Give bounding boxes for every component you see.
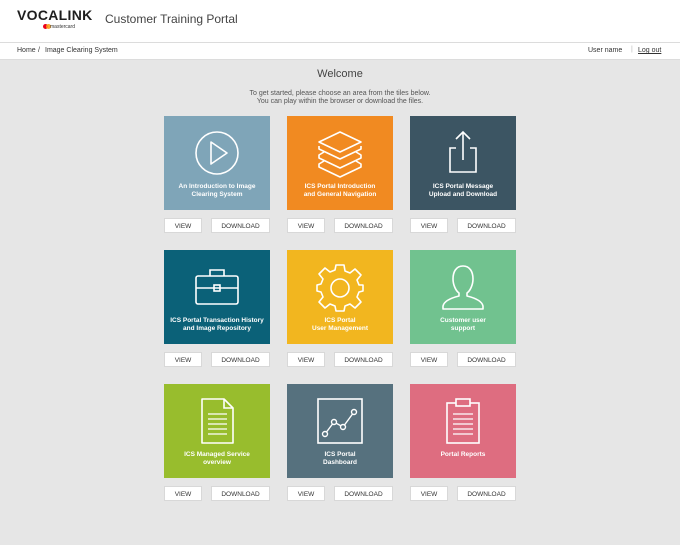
tile-label: Customer user support (440, 317, 486, 332)
header: VOCALINK mastercard Customer Training Po… (0, 0, 680, 43)
tile-label: ICS Portal Message Upload and Download (428, 183, 498, 198)
user-separator: | (631, 46, 633, 53)
view-button[interactable]: VIEW (410, 486, 448, 501)
tile-label: ICS Managed Service overview (184, 451, 250, 466)
download-button[interactable]: DOWNLOAD (457, 486, 516, 501)
tile-portal-navigation[interactable]: ICS Portal Introduction and General Navig… (287, 116, 393, 210)
portal-title: Customer Training Portal (105, 12, 238, 26)
download-button[interactable]: DOWNLOAD (334, 486, 393, 501)
breadcrumb-home[interactable]: Home (17, 47, 36, 54)
gear-icon (316, 264, 364, 312)
view-button[interactable]: VIEW (287, 352, 325, 367)
tile-portal-reports[interactable]: Portal Reports (410, 384, 516, 478)
upload-icon (449, 130, 477, 173)
tile-label: Portal Reports (440, 451, 486, 458)
tile-label: An Introduction to Image Clearing System (178, 183, 256, 198)
play-icon (195, 131, 239, 175)
download-button[interactable]: DOWNLOAD (211, 218, 270, 233)
download-button[interactable]: DOWNLOAD (457, 352, 516, 367)
logo-subtext: mastercard (50, 24, 76, 30)
intro-line-2: You can play within the browser or downl… (256, 98, 424, 105)
view-button[interactable]: VIEW (287, 486, 325, 501)
breadcrumb-current: Image Clearing System (45, 47, 118, 54)
user-icon (442, 265, 484, 310)
download-button[interactable]: DOWNLOAD (334, 218, 393, 233)
view-button[interactable]: VIEW (287, 218, 325, 233)
tile-user-management[interactable]: ICS Portal User Management (287, 250, 393, 344)
logo-text: VOCALINK (17, 7, 93, 23)
view-button[interactable]: VIEW (164, 486, 202, 501)
intro-text: To get started, please choose an area fr… (0, 90, 680, 106)
download-button[interactable]: DOWNLOAD (211, 486, 270, 501)
tile-label: ICS Portal User Management (312, 317, 368, 332)
layers-icon (318, 131, 362, 178)
tile-label: ICS Portal Dashboard (323, 451, 357, 466)
user-name: User name (588, 47, 623, 54)
mastercard-icon (43, 24, 51, 29)
download-button[interactable]: DOWNLOAD (457, 218, 516, 233)
view-button[interactable]: VIEW (164, 218, 202, 233)
view-button[interactable]: VIEW (164, 352, 202, 367)
page-title: Welcome (317, 68, 363, 80)
breadcrumb-bar: Home / Image Clearing System User name |… (0, 43, 680, 60)
clipboard-icon (446, 398, 480, 444)
tile-ics-introduction[interactable]: An Introduction to Image Clearing System (164, 116, 270, 210)
tile-dashboard[interactable]: ICS Portal Dashboard (287, 384, 393, 478)
breadcrumb-separator: / (38, 47, 40, 54)
tile-managed-service[interactable]: ICS Managed Service overview (164, 384, 270, 478)
chart-icon (317, 398, 363, 444)
tile-label: ICS Portal Introduction and General Navig… (303, 183, 377, 198)
briefcase-icon (195, 269, 239, 305)
download-button[interactable]: DOWNLOAD (334, 352, 393, 367)
download-button[interactable]: DOWNLOAD (211, 352, 270, 367)
view-button[interactable]: VIEW (410, 352, 448, 367)
document-icon (201, 398, 234, 444)
tile-customer-support[interactable]: Customer user support (410, 250, 516, 344)
intro-line-1: To get started, please choose an area fr… (249, 90, 431, 97)
tile-label: ICS Portal Transaction History and Image … (170, 317, 264, 332)
logout-link[interactable]: Log out (638, 47, 661, 54)
vocalink-logo[interactable]: VOCALINK mastercard (17, 7, 93, 34)
tile-message-upload[interactable]: ICS Portal Message Upload and Download (410, 116, 516, 210)
tile-transaction-history[interactable]: ICS Portal Transaction History and Image … (164, 250, 270, 344)
view-button[interactable]: VIEW (410, 218, 448, 233)
